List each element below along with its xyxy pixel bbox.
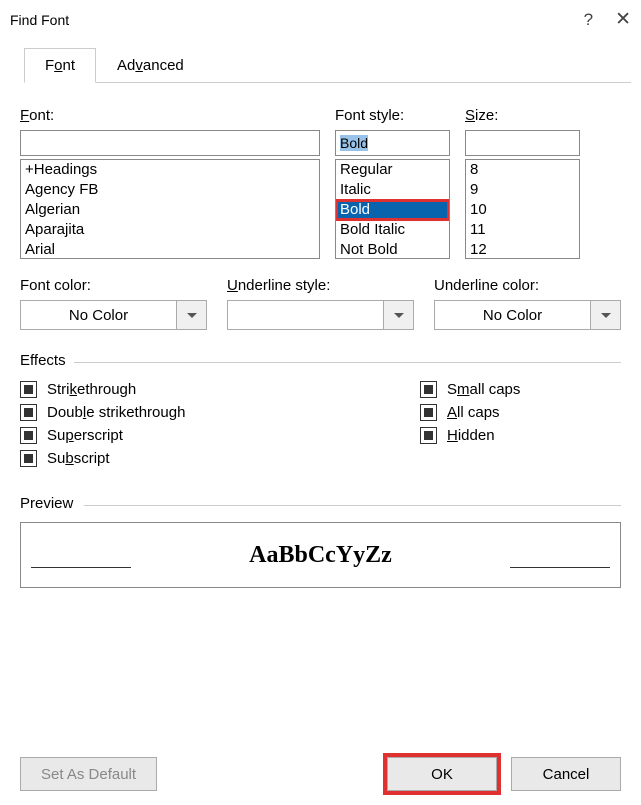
style-input[interactable]: Bold — [335, 130, 450, 156]
fontcolor-label: Font color: — [20, 277, 207, 294]
list-item[interactable]: Agency FB — [21, 180, 319, 200]
chevron-down-icon[interactable] — [591, 300, 621, 330]
list-item[interactable]: 8 — [466, 160, 579, 180]
ulcolor-combo[interactable]: No Color — [434, 300, 621, 330]
checkbox-allcaps[interactable]: All caps — [420, 404, 621, 421]
fontcolor-value: No Color — [20, 300, 177, 330]
checkbox-icon — [420, 404, 437, 421]
list-item[interactable]: +Headings — [21, 160, 319, 180]
list-item[interactable]: Aparajita — [21, 220, 319, 240]
checkbox-subscript[interactable]: Subscript — [20, 450, 420, 467]
checkbox-icon — [20, 450, 37, 467]
effects-group-label: Effects — [20, 352, 621, 369]
chevron-down-icon[interactable] — [384, 300, 414, 330]
font-listbox[interactable]: +Headings Agency FB Algerian Aparajita A… — [20, 159, 320, 259]
checkbox-smallcaps[interactable]: Small caps — [420, 381, 621, 398]
font-label: Font: — [20, 107, 320, 124]
checkbox-icon — [420, 381, 437, 398]
ulcolor-value: No Color — [434, 300, 591, 330]
list-item[interactable]: 12 — [466, 240, 579, 259]
cancel-button[interactable]: Cancel — [511, 757, 621, 791]
ulcolor-label: Underline color: — [434, 277, 621, 294]
list-item[interactable]: Not Bold — [336, 240, 449, 259]
list-item[interactable]: Regular — [336, 160, 449, 180]
chevron-down-icon[interactable] — [177, 300, 207, 330]
preview-box: AaBbCcYyZz — [20, 522, 621, 588]
help-icon[interactable]: ? — [584, 10, 593, 30]
checkbox-icon — [20, 381, 37, 398]
size-input[interactable] — [465, 130, 580, 156]
style-listbox[interactable]: Regular Italic Bold Bold Italic Not Bold — [335, 159, 450, 259]
size-label: Size: — [465, 107, 580, 124]
window-title: Find Font — [10, 12, 69, 28]
size-listbox[interactable]: 8 9 10 11 12 — [465, 159, 580, 259]
list-item[interactable]: Bold — [336, 200, 449, 220]
checkbox-double-strikethrough[interactable]: Double strikethrough — [20, 404, 420, 421]
fontcolor-combo[interactable]: No Color — [20, 300, 207, 330]
list-item[interactable]: 9 — [466, 180, 579, 200]
ulstyle-value — [227, 300, 384, 330]
checkbox-strikethrough[interactable]: Strikethrough — [20, 381, 420, 398]
set-as-default-button[interactable]: Set As Default — [20, 757, 157, 791]
checkbox-hidden[interactable]: Hidden — [420, 427, 621, 444]
checkbox-icon — [20, 404, 37, 421]
font-input[interactable] — [20, 130, 320, 156]
ulstyle-combo[interactable] — [227, 300, 414, 330]
preview-text: AaBbCcYyZz — [131, 523, 510, 587]
titlebar: Find Font ? ✕ — [0, 0, 641, 35]
ok-button[interactable]: OK — [387, 757, 497, 791]
list-item[interactable]: Bold Italic — [336, 220, 449, 240]
checkbox-icon — [20, 427, 37, 444]
ulstyle-label: Underline style: — [227, 277, 414, 294]
list-item[interactable]: Italic — [336, 180, 449, 200]
list-item[interactable]: 10 — [466, 200, 579, 220]
list-item[interactable]: 11 — [466, 220, 579, 240]
list-item[interactable]: Algerian — [21, 200, 319, 220]
preview-group-label: Preview — [20, 495, 621, 512]
tab-advanced[interactable]: Advanced — [96, 48, 205, 83]
tab-font[interactable]: Font — [24, 48, 96, 83]
list-item[interactable]: Arial — [21, 240, 319, 259]
checkbox-superscript[interactable]: Superscript — [20, 427, 420, 444]
checkbox-icon — [420, 427, 437, 444]
close-icon[interactable]: ✕ — [615, 8, 631, 31]
tab-strip: Font Advanced — [24, 47, 631, 83]
style-label: Font style: — [335, 107, 450, 124]
